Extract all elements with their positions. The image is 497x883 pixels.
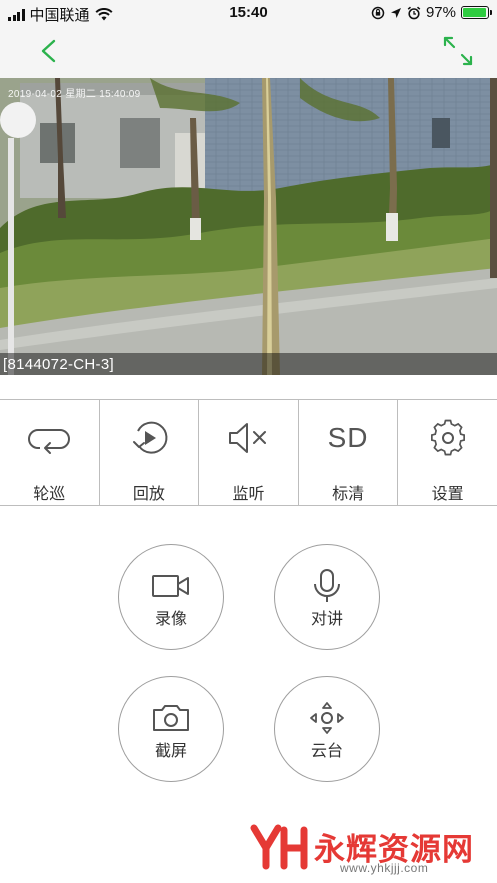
tool-listen[interactable]: 监听 (199, 400, 299, 505)
yh-logo-icon (250, 824, 308, 870)
tool-loop[interactable]: 轮巡 (0, 400, 100, 505)
alarm-icon (407, 6, 421, 19)
chevron-left-icon[interactable] (34, 36, 64, 66)
tool-settings[interactable]: 设置 (398, 400, 497, 505)
record-button[interactable]: 录像 (118, 544, 224, 650)
camera-scene (0, 78, 497, 375)
speaker-muted-icon (225, 418, 271, 458)
ptz-button[interactable]: 云台 (274, 676, 380, 782)
battery-percent: 97% (425, 4, 456, 21)
sd-text: SD (327, 422, 369, 453)
screenshot-button[interactable]: 截屏 (118, 676, 224, 782)
talk-label: 对讲 (310, 611, 343, 628)
status-bar: 中国联通 15:40 97% (0, 0, 497, 26)
channel-label: [8144072-CH-3] (3, 356, 114, 373)
playback-icon (126, 418, 172, 458)
battery-icon (461, 6, 492, 19)
screenshot-label: 截屏 (154, 743, 187, 760)
tool-label: 回放 (132, 486, 165, 503)
gear-icon (425, 418, 471, 458)
tool-label: 轮巡 (33, 486, 66, 503)
ptz-direction-icon (307, 701, 347, 735)
sd-quality-icon: SD (325, 418, 371, 458)
expand-icon[interactable] (441, 34, 475, 68)
watermark: 永辉资源网 www.yhkjjj.com (248, 820, 488, 876)
tool-quality[interactable]: SD 标清 (299, 400, 399, 505)
watermark-url: www.yhkjjj.com (340, 861, 429, 875)
control-toolbar: 轮巡 回放 监听 SD 标清 设置 (0, 399, 497, 506)
camera-icon (151, 701, 191, 735)
tool-label: 设置 (431, 486, 464, 503)
video-camera-icon (151, 569, 191, 603)
orientation-lock-icon (371, 6, 385, 19)
tool-label: 监听 (232, 486, 265, 503)
tool-playback[interactable]: 回放 (100, 400, 200, 505)
talk-button[interactable]: 对讲 (274, 544, 380, 650)
video-feed[interactable]: 2019-04-02 星期二 15:40:09 [8144072-CH-3] (0, 78, 497, 375)
loop-icon (26, 418, 72, 458)
battery-fill (463, 8, 487, 17)
tool-label: 标清 (332, 486, 365, 503)
ptz-label: 云台 (310, 743, 343, 760)
microphone-icon (307, 569, 347, 603)
osd-timestamp: 2019-04-02 星期二 15:40:09 (8, 89, 141, 100)
location-icon (390, 7, 401, 18)
record-label: 录像 (154, 611, 187, 628)
nav-bar (0, 26, 497, 78)
